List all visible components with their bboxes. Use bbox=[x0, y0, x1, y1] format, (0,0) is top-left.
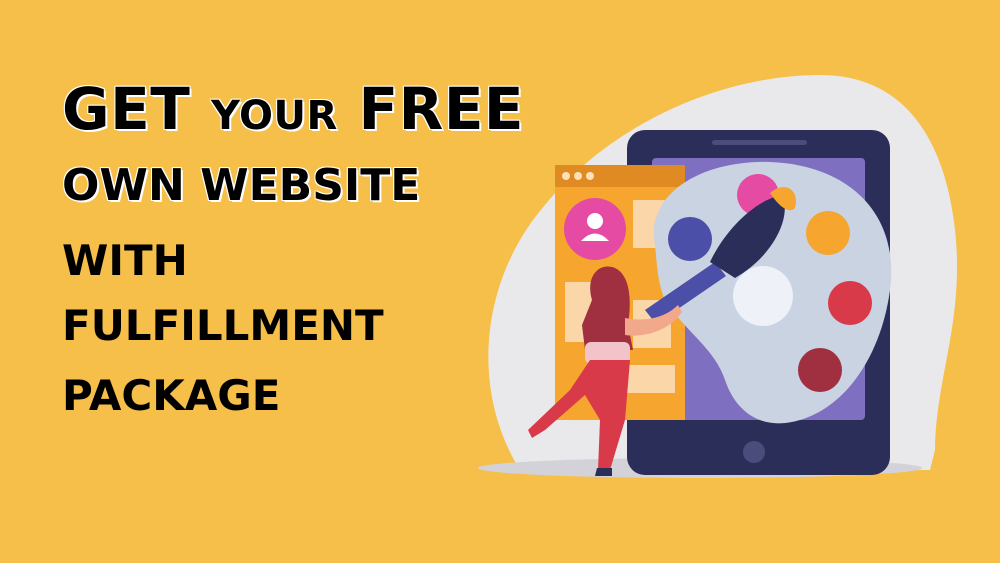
illustration bbox=[478, 75, 958, 478]
user-profile-icon bbox=[564, 198, 626, 260]
